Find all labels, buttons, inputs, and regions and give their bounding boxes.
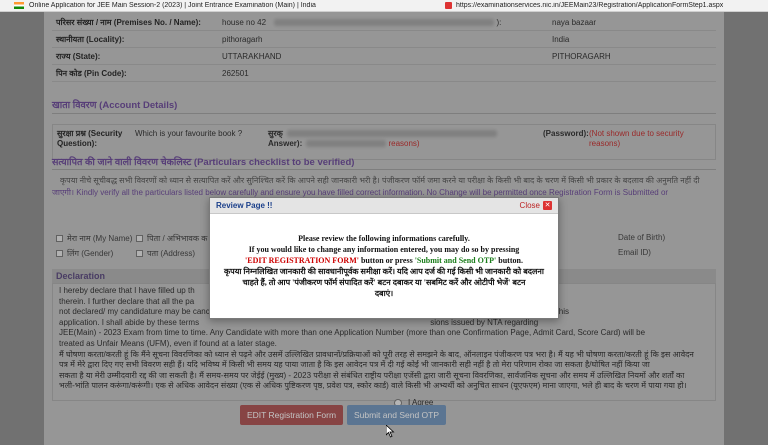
- browser-tab[interactable]: Online Application for JEE Main Session-…: [0, 2, 445, 9]
- address-bar[interactable]: https://examinationservices.nic.in/JEEMa…: [445, 2, 723, 9]
- review-modal: Review Page !! Close ✕ Please review the…: [209, 197, 559, 319]
- modal-line: 'EDIT REGISTRATION FORM' button or press…: [245, 256, 523, 265]
- modal-line: If you would like to change any informat…: [248, 245, 520, 254]
- modal-line-hindi: कृपया निम्नलिखित जानकारी की सावधानीपूर्व…: [224, 267, 544, 276]
- modal-line-hindi: चाहते हैं, तो आप 'पंजीकरण फॉर्म संपादित …: [242, 278, 526, 287]
- close-icon[interactable]: ✕: [543, 201, 552, 210]
- india-flag-icon: [14, 2, 24, 9]
- browser-title-bar: Online Application for JEE Main Session-…: [0, 0, 768, 12]
- site-icon: [445, 2, 452, 9]
- mouse-cursor-icon: [386, 425, 395, 438]
- modal-close-button[interactable]: Close ✕: [520, 201, 552, 210]
- modal-body: Please review the following informations…: [210, 214, 558, 299]
- modal-line: Please review the following informations…: [298, 234, 470, 243]
- modal-line-hindi: दबाएं।: [374, 289, 394, 298]
- modal-header: Review Page !! Close ✕: [210, 198, 558, 214]
- tab-title: Online Application for JEE Main Session-…: [29, 2, 316, 9]
- modal-title: Review Page !!: [216, 201, 273, 210]
- close-label: Close: [519, 201, 540, 210]
- url-text: https://examinationservices.nic.in/JEEMa…: [456, 2, 724, 9]
